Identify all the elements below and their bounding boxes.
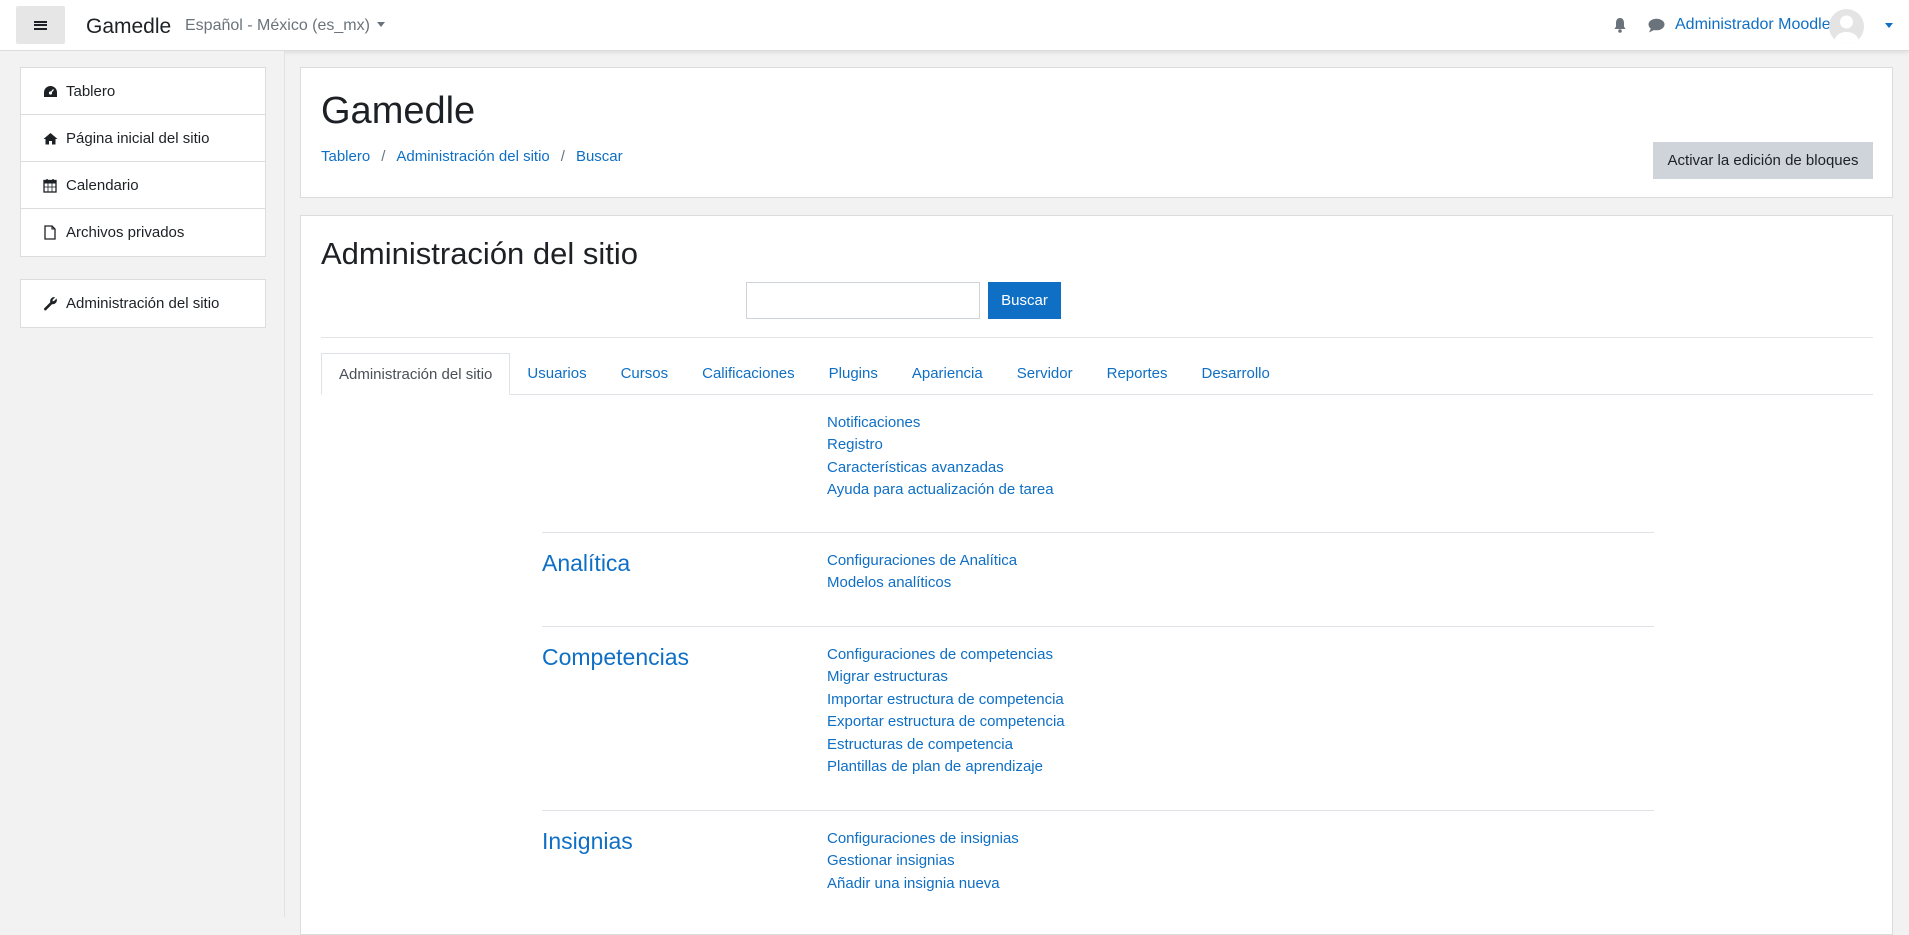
drawer-item-administracion[interactable]: Administración del sitio (21, 280, 265, 327)
chevron-down-icon (376, 22, 385, 27)
wrench-icon (42, 296, 58, 312)
section-divider (542, 532, 1654, 533)
nav-drawer: Tablero Página inicial del sitio Calenda… (0, 51, 285, 917)
drawer-item-label: Administración del sitio (66, 295, 220, 312)
link-caracteristicas-avanzadas[interactable]: Características avanzadas (827, 457, 1054, 479)
insignias-links: Configuraciones de insignias Gestionar i… (827, 828, 1019, 895)
link-registro[interactable]: Registro (827, 434, 1054, 456)
page-title: Gamedle (321, 90, 476, 132)
competencias-links: Configuraciones de competencias Migrar e… (827, 644, 1065, 778)
home-icon (42, 130, 58, 146)
edit-blocks-button[interactable]: Activar la edición de bloques (1653, 142, 1873, 179)
tab-servidor[interactable]: Servidor (1000, 353, 1090, 394)
language-menu[interactable]: Español - México (es_mx) (185, 17, 385, 35)
link-estructuras-competencia[interactable]: Estructuras de competencia (827, 734, 1065, 756)
tab-apariencia[interactable]: Apariencia (895, 353, 1000, 394)
user-avatar-icon (1834, 15, 1859, 44)
link-configuraciones-insignias[interactable]: Configuraciones de insignias (827, 828, 1019, 850)
link-migrar-estructuras[interactable]: Migrar estructuras (827, 666, 1065, 688)
user-menu-name[interactable]: Administrador Moodle (1675, 16, 1831, 34)
drawer-item-pagina-inicial[interactable]: Página inicial del sitio (21, 115, 265, 162)
drawer-item-archivos-privados[interactable]: Archivos privados (21, 209, 265, 256)
analitica-links: Configuraciones de Analítica Modelos ana… (827, 550, 1017, 595)
file-icon (42, 225, 58, 241)
link-configuraciones-analitica[interactable]: Configuraciones de Analítica (827, 550, 1017, 572)
link-gestionar-insignias[interactable]: Gestionar insignias (827, 850, 1019, 872)
section-heading: Administración del sitio (321, 236, 639, 271)
navbar: Gamedle Español - México (es_mx) Adminis… (0, 0, 1909, 51)
language-label: Español - México (es_mx) (185, 17, 370, 34)
tab-plugins[interactable]: Plugins (812, 353, 895, 394)
calendar-icon (42, 177, 58, 193)
chat-icon[interactable] (1648, 18, 1665, 33)
search-button[interactable]: Buscar (988, 282, 1061, 319)
tab-cursos[interactable]: Cursos (604, 353, 686, 394)
drawer-admin-list: Administración del sitio (20, 279, 266, 328)
breadcrumb-separator: / (381, 148, 386, 165)
drawer-item-label: Tablero (66, 82, 116, 100)
link-notificaciones[interactable]: Notificaciones (827, 412, 1054, 434)
drawer-item-label: Archivos privados (66, 224, 185, 241)
link-modelos-analiticos[interactable]: Modelos analíticos (827, 572, 1017, 594)
drawer-main-list: Tablero Página inicial del sitio Calenda… (20, 67, 266, 257)
link-plantillas-plan[interactable]: Plantillas de plan de aprendizaje (827, 756, 1065, 778)
breadcrumb-item-buscar[interactable]: Buscar (576, 148, 623, 165)
admin-search-input[interactable] (746, 282, 980, 319)
link-importar-estructura[interactable]: Importar estructura de competencia (827, 689, 1065, 711)
breadcrumb-item-tablero[interactable]: Tablero (321, 148, 370, 165)
drawer-item-tablero[interactable]: Tablero (21, 68, 265, 115)
hamburger-icon[interactable] (16, 6, 65, 44)
link-exportar-estructura[interactable]: Exportar estructura de competencia (827, 711, 1065, 733)
breadcrumb: Tablero / Administración del sitio / Bus… (321, 148, 623, 165)
page-header: Gamedle Tablero / Administración del sit… (300, 67, 1893, 198)
tab-administracion-del-sitio[interactable]: Administración del sitio (321, 353, 511, 395)
tab-reportes[interactable]: Reportes (1090, 353, 1185, 394)
breadcrumb-item-administracion[interactable]: Administración del sitio (396, 148, 549, 165)
drawer-item-label: Calendario (66, 176, 139, 194)
section-divider (542, 626, 1654, 627)
divider (321, 337, 1873, 338)
main-content: Administración del sitio Buscar Administ… (300, 215, 1893, 935)
admin-tabs: Administración del sitio Usuarios Cursos… (321, 353, 1873, 395)
link-configuraciones-competencias[interactable]: Configuraciones de competencias (827, 644, 1065, 666)
section-divider (542, 810, 1654, 811)
tab-calificaciones[interactable]: Calificaciones (685, 353, 812, 394)
section-title-competencias[interactable]: Competencias (542, 644, 689, 671)
user-menu-chevron-icon[interactable] (1885, 23, 1893, 28)
site-brand[interactable]: Gamedle (86, 15, 171, 39)
drawer-item-calendario[interactable]: Calendario (21, 162, 265, 209)
section-title-insignias[interactable]: Insignias (542, 828, 633, 855)
tab-desarrollo[interactable]: Desarrollo (1184, 353, 1286, 394)
tab-usuarios[interactable]: Usuarios (510, 353, 603, 394)
link-anadir-insignia[interactable]: Añadir una insignia nueva (827, 873, 1019, 895)
breadcrumb-separator: / (560, 148, 565, 165)
bell-icon[interactable] (1613, 17, 1627, 33)
link-ayuda-actualizacion-tarea[interactable]: Ayuda para actualización de tarea (827, 479, 1054, 501)
avatar[interactable] (1829, 9, 1864, 44)
drawer-item-label: Página inicial del sitio (66, 129, 210, 147)
general-links: Notificaciones Registro Características … (827, 412, 1054, 502)
section-title-analitica[interactable]: Analítica (542, 550, 630, 577)
dashboard-icon (42, 83, 58, 99)
